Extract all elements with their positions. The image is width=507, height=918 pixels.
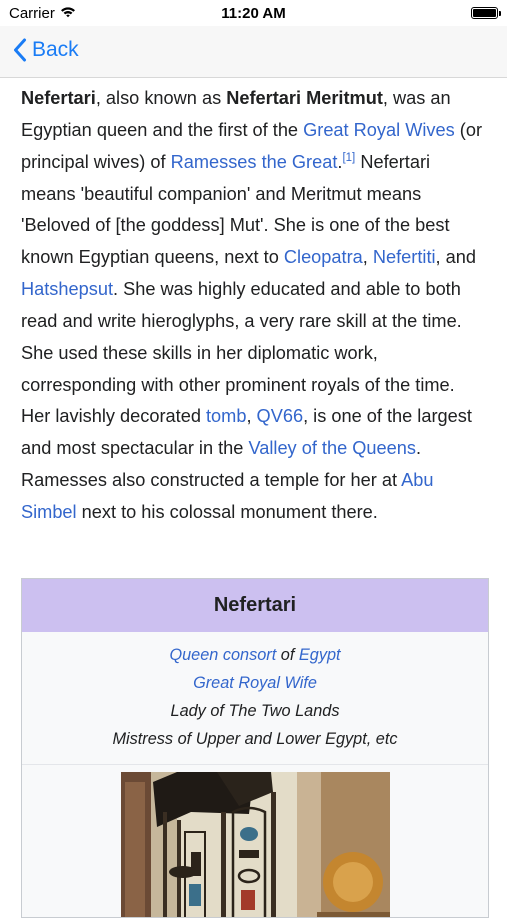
status-time: 11:20 AM [221, 5, 286, 22]
infobox: Nefertari Queen consort of Egypt Great R… [21, 578, 489, 918]
battery-icon [471, 7, 501, 19]
article-body: Nefertari, also known as Nefertari Merit… [21, 83, 486, 529]
infobox-role-line: Mistress of Upper and Lower Egypt, etc [112, 730, 398, 748]
subject-full-name: Nefertari Meritmut [226, 88, 383, 108]
navigation-bar: Back [0, 26, 507, 78]
link-valley-of-the-queens[interactable]: Valley of the Queens [248, 438, 416, 458]
article-paragraph: Nefertari, also known as Nefertari Merit… [21, 83, 486, 529]
link-egypt[interactable]: Egypt [299, 646, 341, 664]
infobox-roles: Queen consort of Egypt Great Royal Wife … [22, 632, 488, 765]
infobox-role-line: Great Royal Wife [22, 669, 488, 697]
subject-name: Nefertari [21, 88, 96, 108]
infobox-image[interactable] [121, 772, 390, 917]
link-tomb[interactable]: tomb [206, 406, 246, 426]
back-button-label: Back [32, 38, 79, 61]
link-ramesses-the-great[interactable]: Ramesses the Great [171, 152, 338, 172]
link-cleopatra[interactable]: Cleopatra [284, 247, 363, 267]
infobox-role-line: Lady of The Two Lands [170, 702, 340, 720]
chevron-left-icon [14, 38, 26, 62]
article-text: , also known as [95, 88, 227, 108]
link-great-royal-wives[interactable]: Great Royal Wives [303, 120, 455, 140]
infobox-role-line: Queen consort of Egypt [22, 641, 488, 669]
article-text: next to his colossal monument there. [76, 501, 378, 522]
link-nefertiti[interactable]: Nefertiti [373, 247, 436, 267]
status-bar: Carrier 11:20 AM [0, 0, 507, 26]
back-button[interactable]: Back [13, 38, 79, 62]
article-text: , [246, 406, 257, 427]
article-text: . She was highly educated and able to bo… [21, 279, 462, 427]
reference-1[interactable]: [1] [342, 152, 355, 164]
link-qv66[interactable]: QV66 [257, 406, 304, 426]
article-text: , and [435, 247, 476, 268]
infobox-role-text: of [276, 646, 299, 664]
link-great-royal-wife[interactable]: Great Royal Wife [193, 674, 317, 692]
link-hatshepsut[interactable]: Hatshepsut [21, 279, 113, 299]
article-text: , [362, 247, 373, 268]
infobox-title: Nefertari [22, 579, 488, 632]
link-queen-consort[interactable]: Queen consort [169, 646, 276, 664]
